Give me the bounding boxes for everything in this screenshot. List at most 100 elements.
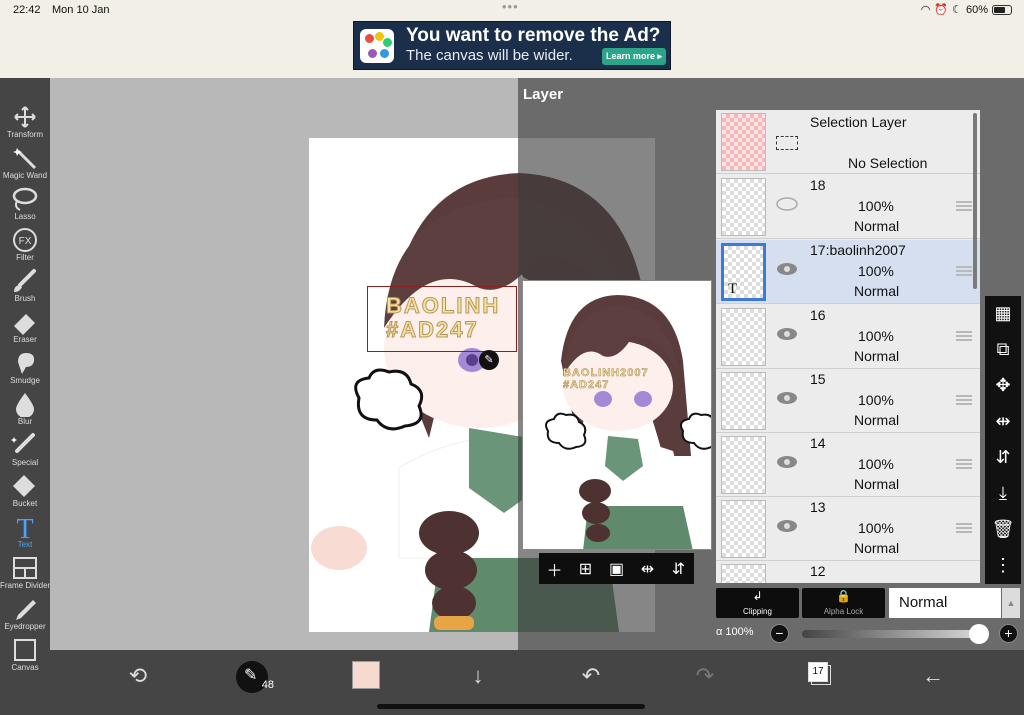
tool-canvas[interactable]: Canvas bbox=[0, 635, 50, 676]
chevron-up-icon[interactable]: ▲ bbox=[1002, 588, 1020, 618]
layer-row[interactable]: 18 100% Normal bbox=[716, 175, 980, 239]
alpha-slider[interactable] bbox=[802, 630, 986, 638]
tool-smudge[interactable]: Smudge bbox=[0, 348, 50, 389]
layer-thumbnail: T bbox=[721, 243, 766, 301]
learn-more-button[interactable]: Learn more ▸ bbox=[602, 48, 666, 65]
drag-handle-icon[interactable] bbox=[956, 266, 972, 276]
layer-row-selection[interactable]: Selection Layer No Selection bbox=[716, 110, 980, 174]
moon-icon: ☾ bbox=[952, 4, 962, 16]
more-options-icon[interactable]: ⋮ bbox=[985, 548, 1021, 582]
tool-filter[interactable]: FX Filter bbox=[0, 225, 50, 266]
frame-divider-icon bbox=[13, 557, 37, 579]
text-icon: T bbox=[16, 514, 33, 540]
layer-blend-mode: Normal bbox=[854, 348, 900, 364]
drag-handle-icon[interactable] bbox=[956, 201, 972, 211]
transform-layer-icon[interactable]: ⧉ bbox=[985, 332, 1021, 366]
eye-icon[interactable] bbox=[776, 455, 798, 469]
layer-row[interactable]: 12 bbox=[716, 561, 980, 583]
flip-vertical-icon[interactable]: ⇵ bbox=[985, 440, 1021, 474]
battery-percent: 60% bbox=[965, 3, 988, 16]
layer-blend-mode: Normal bbox=[854, 283, 900, 299]
layer-blend-mode: Normal bbox=[854, 412, 900, 428]
multitasking-dots-icon[interactable]: ••• bbox=[502, 0, 519, 14]
lasso-icon bbox=[12, 187, 38, 211]
svg-text:T: T bbox=[16, 514, 33, 540]
eye-icon[interactable] bbox=[776, 391, 798, 405]
text-selection-box[interactable]: BAOLINH #AD247 bbox=[367, 286, 517, 352]
tool-text[interactable]: T Text bbox=[0, 512, 50, 553]
layer-opacity: 100% bbox=[858, 520, 894, 536]
merge-down-icon[interactable]: ⤓ bbox=[985, 476, 1021, 510]
tool-frame-divider[interactable]: Frame Divider bbox=[0, 553, 50, 594]
layer-row[interactable]: 14 100% Normal bbox=[716, 433, 980, 497]
alpha-lock-button[interactable]: 🔒 Alpha Lock bbox=[802, 588, 885, 618]
layer-name: 14 bbox=[810, 435, 826, 451]
alpha-increase-button[interactable]: + bbox=[999, 624, 1018, 643]
alpha-slider-knob[interactable] bbox=[969, 624, 989, 644]
tool-eyedropper[interactable]: Eyedropper bbox=[0, 594, 50, 635]
alpha-decrease-button[interactable]: − bbox=[770, 624, 789, 643]
tool-eraser[interactable]: Eraser bbox=[0, 307, 50, 348]
flip-horizontal-icon[interactable]: ⇹ bbox=[636, 559, 660, 579]
ad-banner[interactable]: You want to remove the Ad? The canvas wi… bbox=[353, 21, 671, 70]
drag-handle-icon[interactable] bbox=[956, 523, 972, 533]
back-arrow-icon[interactable]: ← bbox=[913, 658, 953, 698]
preview-text-line1: BAOLINH2007 bbox=[563, 367, 649, 380]
layer-list[interactable]: Selection Layer No Selection 18 100% Nor… bbox=[716, 110, 980, 583]
checker-fill-icon[interactable]: ▦ bbox=[985, 296, 1021, 330]
layer-row[interactable]: 16 100% Normal bbox=[716, 305, 980, 369]
undo-icon[interactable]: ↶ bbox=[571, 658, 611, 698]
blend-mode-select[interactable]: Normal bbox=[889, 588, 1001, 618]
trash-icon[interactable]: 🗑 bbox=[985, 512, 1021, 546]
preview-text-line2: #AD247 bbox=[563, 379, 610, 392]
brush-size-button[interactable]: ✎ 48 bbox=[236, 661, 274, 693]
status-indicators: ◠ ⏰ ☾ 60% bbox=[921, 3, 1012, 16]
layer-name: 18 bbox=[810, 177, 826, 193]
selection-marquee-icon bbox=[776, 136, 798, 150]
tool-brush[interactable]: Brush bbox=[0, 266, 50, 307]
layer-row-selected[interactable]: T 17:baolinh2007 100% Normal bbox=[716, 240, 980, 304]
tool-magic-wand[interactable]: Magic Wand bbox=[0, 143, 50, 184]
tool-bucket[interactable]: Bucket bbox=[0, 471, 50, 512]
layer-tools-column: ▦ ⧉ ✥ ⇹ ⇵ ⤓ 🗑 ⋮ bbox=[985, 296, 1021, 584]
layer-row[interactable]: 15 100% Normal bbox=[716, 369, 980, 433]
color-swatch[interactable] bbox=[352, 661, 380, 689]
eye-icon[interactable] bbox=[776, 327, 798, 341]
eye-icon[interactable] bbox=[776, 197, 798, 211]
layer-name: 13 bbox=[810, 499, 826, 515]
eye-icon[interactable] bbox=[776, 519, 798, 533]
layer-row[interactable]: 13 100% Normal bbox=[716, 497, 980, 561]
magic-wand-icon bbox=[13, 148, 37, 170]
wifi-icon: ◠ bbox=[920, 4, 931, 16]
tool-special[interactable]: Special bbox=[0, 430, 50, 471]
status-date: Mon 10 Jan bbox=[52, 4, 110, 16]
tool-blur[interactable]: Blur bbox=[0, 389, 50, 430]
drag-handle-icon[interactable] bbox=[956, 459, 972, 469]
move-layer-icon[interactable]: ✥ bbox=[985, 368, 1021, 402]
camera-icon[interactable]: ▣ bbox=[605, 559, 629, 579]
quick-tool-swap-icon[interactable]: ⟲ bbox=[118, 658, 158, 698]
tool-transform[interactable]: Transform bbox=[0, 102, 50, 143]
edit-pencil-icon[interactable]: ✎ bbox=[479, 350, 499, 370]
layer-opacity: 100% bbox=[858, 456, 894, 472]
add-layer-copy-icon[interactable]: ⊞ bbox=[574, 559, 598, 579]
arrow-down-icon[interactable]: ↓ bbox=[458, 658, 498, 698]
artwork-text-line1: BAOLINH bbox=[385, 293, 501, 319]
clipping-button[interactable]: ↲ Clipping bbox=[716, 588, 799, 618]
drag-handle-icon[interactable] bbox=[956, 331, 972, 341]
add-layer-icon[interactable]: ＋ bbox=[543, 557, 567, 581]
drag-handle-icon[interactable] bbox=[956, 395, 972, 405]
eye-icon[interactable] bbox=[776, 262, 798, 276]
tool-lasso[interactable]: Lasso bbox=[0, 184, 50, 225]
eraser-icon bbox=[14, 314, 35, 335]
layer-blend-mode: Normal bbox=[854, 476, 900, 492]
bucket-icon bbox=[13, 475, 35, 497]
layer-list-scrollbar[interactable] bbox=[973, 113, 977, 289]
flip-vertical-icon[interactable]: ⇵ bbox=[667, 559, 691, 579]
lock-icon: 🔒 bbox=[836, 589, 851, 603]
text-layer-marker: T bbox=[728, 281, 738, 297]
layers-button[interactable]: 17 bbox=[808, 662, 832, 686]
flip-horizontal-icon[interactable]: ⇹ bbox=[985, 404, 1021, 438]
layer-blend-mode: Normal bbox=[854, 218, 900, 234]
redo-icon[interactable]: ↷ bbox=[685, 658, 725, 698]
